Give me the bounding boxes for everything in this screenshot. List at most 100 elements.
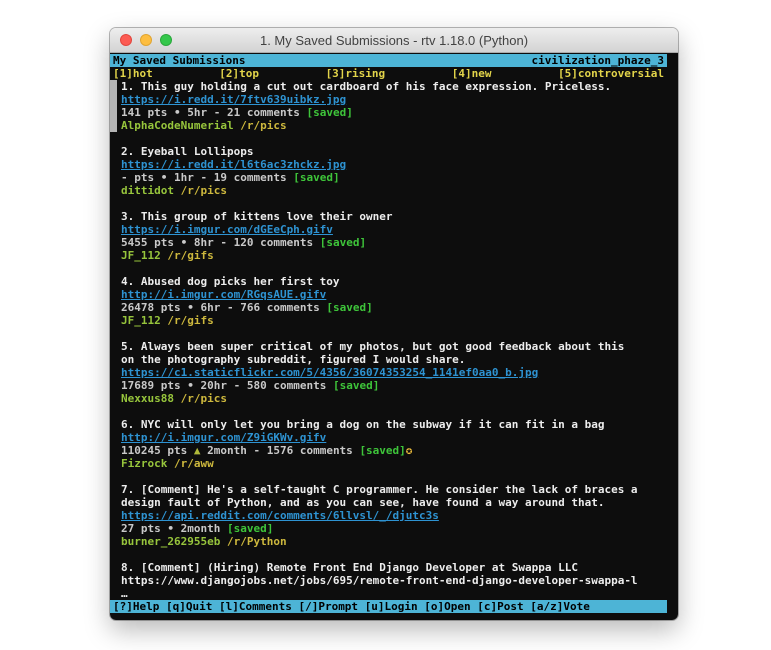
score-age-comments: 20hr - 580 comments [200,379,326,392]
minimize-button[interactable] [140,34,152,46]
help-hint-4: [u]Login [365,600,418,613]
subreddit-name[interactable]: /r/pics [240,119,286,132]
submission-title: 1. This guy holding a cut out cardboard … [110,80,667,93]
subreddit-name[interactable]: /r/pics [181,184,227,197]
saved-badge: [saved] [320,236,366,249]
score-age-comments: 8hr - 120 comments [194,236,313,249]
submission-byline: Fizrock /r/aww [110,457,667,470]
help-hint-6: [c]Post [477,600,523,613]
submission-list: 1. This guy holding a cut out cardboard … [110,80,678,600]
submission[interactable]: 8. [Comment] (Hiring) Remote Front End D… [110,561,678,600]
submission[interactable]: 3. This group of kittens love their owne… [110,210,678,262]
window-title: 1. My Saved Submissions - rtv 1.18.0 (Py… [110,33,678,48]
submission-url[interactable]: http://i.imgur.com/Z9iGKWv.gifv [110,431,667,444]
submission-url[interactable]: https://api.reddit.com/comments/6llvsl/_… [110,509,667,522]
submission-title: 8. [Comment] (Hiring) Remote Front End D… [110,561,667,574]
status-bar-username: civilization_phaze_3 [532,54,664,67]
submission-url[interactable]: https://i.redd.it/7ftv639uibkz.jpg [110,93,667,106]
score-separator: • [174,106,181,119]
subreddit-name[interactable]: /r/pics [181,392,227,405]
score-age-comments: 1hr - 19 comments [174,171,287,184]
subreddit-name[interactable]: /r/gifs [167,249,213,262]
submission-title: 7. [Comment] He's a self-taught C progra… [110,483,667,496]
author-name[interactable]: AlphaCodeNumerial [121,119,234,132]
terminal-screen[interactable]: My Saved Submissions civilization_phaze_… [110,53,678,620]
submission-score-line: 141 pts • 5hr - 21 comments [saved] [110,106,667,119]
score-separator: • [181,236,188,249]
submission[interactable]: 2. Eyeball Lollipopshttps://i.redd.it/l6… [110,145,678,197]
author-name[interactable]: JF_112 [121,314,161,327]
submission-score-line: 26478 pts • 6hr - 766 comments [saved] [110,301,667,314]
subreddit-name[interactable]: /r/gifs [167,314,213,327]
tab-1[interactable]: [1]hot [113,67,153,80]
submission-url[interactable]: https://i.redd.it/l6t6ac3zhckz.jpg [110,158,667,171]
tab-3[interactable]: [3]rising [326,67,386,80]
submission[interactable]: 5. Always been super critical of my phot… [110,340,678,405]
tab-5[interactable]: [5]controversial [558,67,664,80]
score-separator: • [161,171,168,184]
help-bar: [?]Help [q]Quit [l]Comments [/]Prompt [u… [110,600,667,613]
submission-byline: AlphaCodeNumerial /r/pics [110,119,667,132]
tab-4[interactable]: [4]new [452,67,492,80]
saved-badge: [saved] [227,522,273,535]
help-hint-7: [a/z]Vote [530,600,590,613]
submission[interactable]: 7. [Comment] He's a self-taught C progra… [110,483,678,548]
zoom-button[interactable] [160,34,172,46]
score-points: 5455 pts [121,236,174,249]
score-separator: • [187,301,194,314]
submission-title: on the photography subreddit, figured I … [110,353,667,366]
tab-row: [1]hot [2]top [3]rising [4]new [5]controvers… [110,67,667,80]
status-bar-title: My Saved Submissions [113,54,245,67]
score-age-comments: 5hr - 21 comments [187,106,300,119]
submission-score-line: - pts • 1hr - 19 comments [saved] [110,171,667,184]
saved-badge: [saved] [326,301,372,314]
submission-title: https://www.djangojobs.net/jobs/695/remo… [110,574,667,587]
close-button[interactable] [120,34,132,46]
submission-byline: JF_112 /r/gifs [110,249,667,262]
saved-badge: [saved] [293,171,339,184]
submission-title: 6. NYC will only let you bring a dog on … [110,418,667,431]
terminal-window: 1. My Saved Submissions - rtv 1.18.0 (Py… [110,28,678,620]
score-age-comments: 2month [181,522,221,535]
help-hint-1: [q]Quit [166,600,212,613]
score-points: 27 pts [121,522,161,535]
gilded-icon: ✪ [406,444,413,457]
submission-title: design fault of Python, and as you can s… [110,496,667,509]
saved-badge: [saved] [306,106,352,119]
author-name[interactable]: burner_262955eb [121,535,220,548]
author-name[interactable]: dittidot [121,184,174,197]
saved-badge: [saved] [359,444,405,457]
subreddit-name[interactable]: /r/aww [174,457,214,470]
help-hint-0: [?]Help [113,600,159,613]
tab-2[interactable]: [2]top [219,67,259,80]
submission-url[interactable]: https://c1.staticflickr.com/5/4356/36074… [110,366,667,379]
submission[interactable]: 4. Abused dog picks her first toyhttp://… [110,275,678,327]
score-separator: • [187,379,194,392]
author-name[interactable]: Nexxus88 [121,392,174,405]
submission-url[interactable]: http://i.imgur.com/RGqsAUE.gifv [110,288,667,301]
score-points: 110245 pts [121,444,187,457]
submission-title: 4. Abused dog picks her first toy [110,275,667,288]
author-name[interactable]: Fizrock [121,457,167,470]
submission-url[interactable]: https://i.imgur.com/dGEeCph.gifv [110,223,667,236]
help-hint-2: [l]Comments [219,600,292,613]
author-name[interactable]: JF_112 [121,249,161,262]
selection-cursor [110,80,117,132]
submission-byline: JF_112 /r/gifs [110,314,667,327]
score-points: 17689 pts [121,379,181,392]
traffic-lights [120,34,172,46]
score-points: 141 pts [121,106,167,119]
help-hint-3: [/]Prompt [298,600,358,613]
window-titlebar[interactable]: 1. My Saved Submissions - rtv 1.18.0 (Py… [110,28,678,53]
score-age-comments: 2month - 1576 comments [207,444,353,457]
upvote-arrow-icon: ▲ [194,444,201,457]
submission[interactable]: 6. NYC will only let you bring a dog on … [110,418,678,470]
submission-byline: burner_262955eb /r/Python [110,535,667,548]
submission-score-line: 110245 pts ▲ 2month - 1576 comments [sav… [110,444,667,457]
submission-byline: dittidot /r/pics [110,184,667,197]
submission-title: 2. Eyeball Lollipops [110,145,667,158]
submission-score-line: 17689 pts • 20hr - 580 comments [saved] [110,379,667,392]
subreddit-name[interactable]: /r/Python [227,535,287,548]
submission[interactable]: 1. This guy holding a cut out cardboard … [110,80,678,132]
help-hint-5: [o]Open [424,600,470,613]
